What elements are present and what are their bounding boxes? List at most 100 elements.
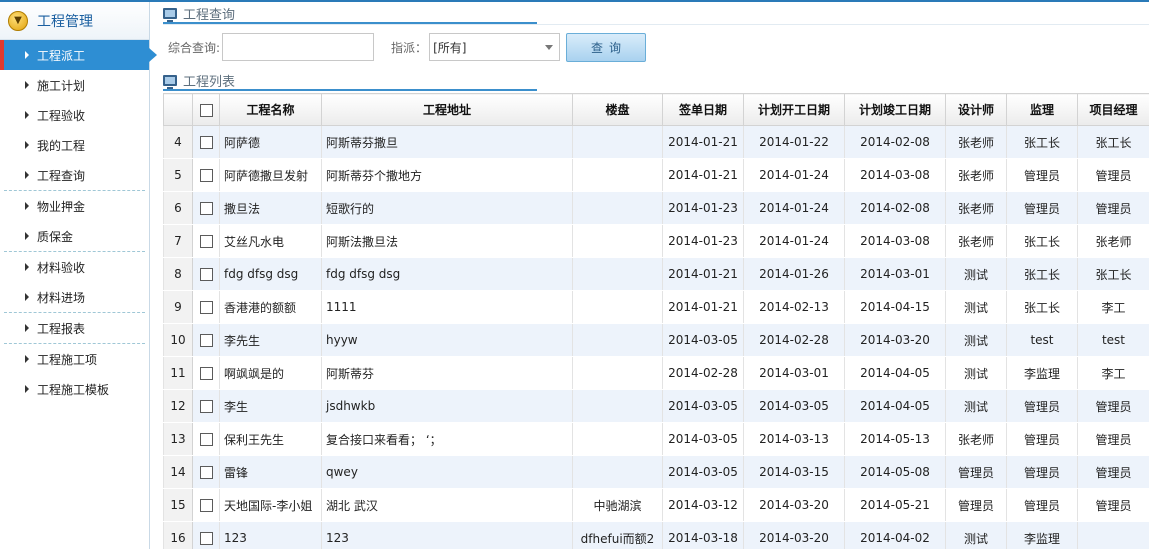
sidebar-item[interactable]: 我的工程 bbox=[0, 130, 149, 160]
cell-estate bbox=[572, 290, 663, 324]
arrow-right-icon bbox=[25, 202, 29, 210]
cell-sign-date: 2014-01-21 bbox=[662, 125, 744, 159]
table-row[interactable]: 6 撒旦法 短歌行的 2014-01-23 2014-01-24 2014-02-08 张老… bbox=[163, 191, 1149, 225]
sidebar-item[interactable]: 质保金 bbox=[0, 221, 149, 251]
table-row[interactable]: 11 啊飒飒是的 阿斯蒂芬 2014-02-28 2014-03-01 2014-04-0… bbox=[163, 356, 1149, 390]
cell-estate bbox=[572, 257, 663, 291]
table-row[interactable]: 13 保利王先生 复合接口来看看； ‘； 2014-03-05 2014-03-13 20… bbox=[163, 422, 1149, 456]
row-checkbox-cell[interactable] bbox=[192, 389, 220, 423]
cell-estate: 中驰湖滨 bbox=[572, 488, 663, 522]
sidebar-item[interactable]: 施工计划 bbox=[0, 70, 149, 100]
search-input[interactable] bbox=[222, 33, 375, 61]
column-header-end-date[interactable]: 计划竣工日期 bbox=[844, 93, 946, 126]
row-number: 4 bbox=[163, 125, 193, 159]
row-checkbox[interactable] bbox=[199, 301, 213, 314]
query-button[interactable]: 查询 bbox=[566, 32, 647, 62]
cell-sign-date: 2014-03-12 bbox=[662, 488, 744, 522]
row-checkbox[interactable] bbox=[199, 433, 213, 446]
cell-end-date: 2014-04-15 bbox=[844, 290, 946, 324]
column-header-start-date[interactable]: 计划开工日期 bbox=[743, 93, 845, 126]
cell-designer: 测试 bbox=[945, 521, 1007, 549]
row-number: 11 bbox=[163, 356, 193, 390]
row-checkbox-cell[interactable] bbox=[192, 224, 220, 258]
row-checkbox-cell[interactable] bbox=[192, 422, 220, 456]
column-header-sign-date[interactable]: 签单日期 bbox=[662, 93, 744, 126]
row-checkbox[interactable] bbox=[199, 532, 213, 545]
row-number: 13 bbox=[163, 422, 193, 456]
row-checkbox[interactable] bbox=[199, 466, 213, 479]
sidebar-item[interactable]: 材料进场 bbox=[0, 282, 149, 312]
row-checkbox[interactable] bbox=[199, 268, 213, 281]
sidebar-item[interactable]: 工程施工项 bbox=[0, 344, 149, 374]
column-header-designer[interactable]: 设计师 bbox=[945, 93, 1007, 126]
row-checkbox-cell[interactable] bbox=[192, 356, 220, 390]
column-header-address[interactable]: 工程地址 bbox=[321, 93, 573, 126]
table-row[interactable]: 9 香港港的额额 1111 2014-01-21 2014-02-13 2014-04-1… bbox=[163, 290, 1149, 324]
row-checkbox-cell[interactable] bbox=[192, 125, 220, 159]
row-checkbox-cell[interactable] bbox=[192, 191, 220, 225]
cell-sign-date: 2014-01-21 bbox=[662, 257, 744, 291]
sidebar-item[interactable]: 工程施工模板 bbox=[0, 374, 149, 404]
row-checkbox[interactable] bbox=[199, 235, 213, 248]
table-row[interactable]: 5 阿萨德撒旦发射 阿斯蒂芬个撒地方 2014-01-21 2014-01-24 2014… bbox=[163, 158, 1149, 192]
cell-supervisor: 管理员 bbox=[1006, 389, 1078, 423]
table-row[interactable]: 15 天地国际-李小姐 湖北 武汉 中驰湖滨 2014-03-12 2014-03-20 2… bbox=[163, 488, 1149, 522]
cell-start-date: 2014-01-24 bbox=[743, 158, 845, 192]
sidebar-item[interactable]: 工程报表 bbox=[0, 313, 149, 343]
row-checkbox[interactable] bbox=[199, 499, 213, 512]
cell-end-date: 2014-02-08 bbox=[844, 191, 946, 225]
column-header-manager[interactable]: 项目经理 bbox=[1077, 93, 1149, 126]
cell-address: 湖北 武汉 bbox=[321, 488, 573, 522]
select-all-checkbox-cell[interactable] bbox=[192, 93, 220, 126]
column-header-supervisor[interactable]: 监理 bbox=[1006, 93, 1078, 126]
table-row[interactable]: 7 艾丝凡水电 阿斯法撒旦法 2014-01-23 2014-01-24 2014-03-… bbox=[163, 224, 1149, 258]
row-checkbox[interactable] bbox=[199, 202, 213, 215]
row-checkbox-cell[interactable] bbox=[192, 290, 220, 324]
sidebar-item[interactable]: 物业押金 bbox=[0, 191, 149, 221]
row-checkbox[interactable] bbox=[199, 367, 213, 380]
sidebar-header[interactable]: ▼ 工程管理 bbox=[0, 2, 149, 40]
row-checkbox[interactable] bbox=[199, 136, 213, 149]
assign-select[interactable]: [所有] bbox=[429, 33, 561, 61]
cell-end-date: 2014-05-21 bbox=[844, 488, 946, 522]
chevron-down-icon[interactable]: ▼ bbox=[8, 10, 28, 31]
cell-supervisor: 张工长 bbox=[1006, 257, 1078, 291]
column-header-estate[interactable]: 楼盘 bbox=[572, 93, 663, 126]
row-number: 5 bbox=[163, 158, 193, 192]
row-number: 10 bbox=[163, 323, 193, 357]
cell-supervisor: 张工长 bbox=[1006, 290, 1078, 324]
caret-down-icon bbox=[545, 44, 554, 50]
sidebar-item[interactable]: 材料验收 bbox=[0, 252, 149, 282]
table-row[interactable]: 4 阿萨德 阿斯蒂芬撒旦 2014-01-21 2014-01-22 2014-02-08… bbox=[163, 125, 1149, 159]
table-row[interactable]: 14 雷锋 qwey 2014-03-05 2014-03-15 2014-05-08 管理… bbox=[163, 455, 1149, 489]
row-checkbox[interactable] bbox=[199, 334, 213, 347]
row-checkbox[interactable] bbox=[199, 400, 213, 413]
sidebar-item[interactable]: 工程验收 bbox=[0, 100, 149, 130]
query-bar: 综合查询: 指派： [所有] 查询 bbox=[163, 24, 1149, 69]
cell-name: fdg dfsg dsg bbox=[219, 257, 322, 291]
table-row[interactable]: 16 123 123 dfhefui而额2 2014-03-18 2014-03-20 20… bbox=[163, 521, 1149, 549]
query-section-title: 工程查询 bbox=[163, 2, 1149, 24]
row-checkbox-cell[interactable] bbox=[192, 257, 220, 291]
row-number: 12 bbox=[163, 389, 193, 423]
row-checkbox-cell[interactable] bbox=[192, 158, 220, 192]
table-row[interactable]: 8 fdg dfsg dsg fdg dfsg dsg 2014-01-21 2014-… bbox=[163, 257, 1149, 291]
select-all-checkbox[interactable] bbox=[199, 103, 213, 117]
row-checkbox-cell[interactable] bbox=[192, 455, 220, 489]
table-row[interactable]: 12 李生 jsdhwkb 2014-03-05 2014-03-05 2014-04-0… bbox=[163, 389, 1149, 423]
row-number-header bbox=[163, 93, 193, 126]
project-table: 工程名称 工程地址 楼盘 签单日期 计划开工日期 计划竣工日期 设计师 监理 项… bbox=[163, 93, 1149, 549]
arrow-right-icon bbox=[25, 51, 29, 59]
column-header-name[interactable]: 工程名称 bbox=[219, 93, 322, 126]
assign-label: 指派： bbox=[391, 40, 428, 55]
row-checkbox-cell[interactable] bbox=[192, 488, 220, 522]
sidebar-item[interactable]: 工程查询 bbox=[0, 160, 149, 190]
row-checkbox[interactable] bbox=[199, 169, 213, 182]
cell-start-date: 2014-03-20 bbox=[743, 488, 845, 522]
table-row[interactable]: 10 李先生 hyyw 2014-03-05 2014-02-28 2014-03-20 测… bbox=[163, 323, 1149, 357]
arrow-right-icon bbox=[25, 293, 29, 301]
sidebar-item[interactable]: 工程派工 bbox=[0, 40, 157, 70]
row-checkbox-cell[interactable] bbox=[192, 323, 220, 357]
cell-sign-date: 2014-03-05 bbox=[662, 455, 744, 489]
row-checkbox-cell[interactable] bbox=[192, 521, 220, 549]
